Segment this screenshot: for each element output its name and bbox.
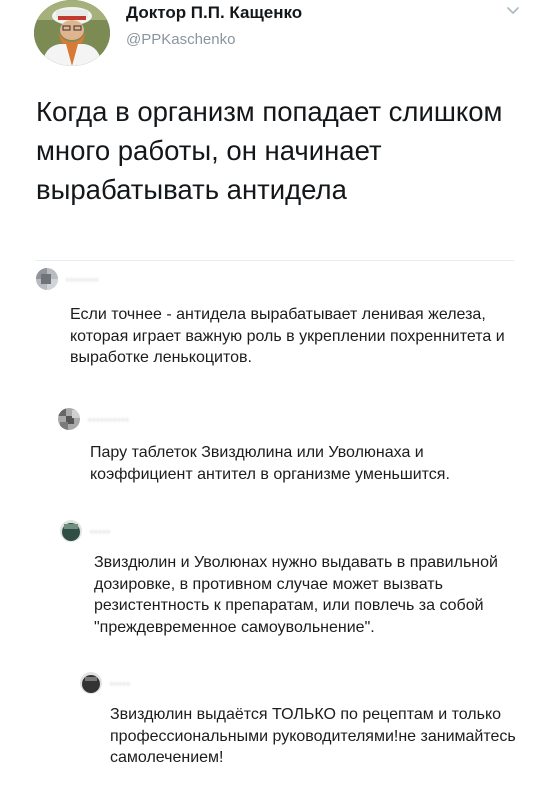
commenter-name[interactable]: •••••••• [66, 275, 99, 285]
comment-header: •••••••• [36, 268, 516, 294]
commenter-name[interactable]: •••••••••• [88, 415, 130, 425]
author-info: Доктор П.П. Кащенко @PPKaschenko [126, 2, 302, 50]
tweet-header: Доктор П.П. Кащенко @PPKaschenko [26, 0, 526, 74]
author-avatar[interactable] [34, 0, 110, 66]
commenter-name[interactable]: ••••• [90, 527, 111, 537]
comment-text: Звиздюлин выдаётся ТОЛЬКО по рецептам и … [110, 706, 516, 766]
comment: •••••••• Если точнее - антидела вырабаты… [36, 268, 516, 369]
comment: •••••••••• Пару таблеток Звиздюлина или … [58, 408, 518, 485]
divider [36, 260, 514, 261]
chevron-down-icon[interactable] [506, 4, 520, 18]
avatar[interactable] [58, 408, 80, 430]
author-handle[interactable]: @PPKaschenko [126, 30, 302, 50]
avatar[interactable] [80, 672, 102, 694]
avatar[interactable] [36, 268, 58, 290]
comment-text: Звиздюлин и Уволюнах нужно выдавать в пр… [94, 554, 498, 636]
comment: ••••• Звиздюлин выдаётся ТОЛЬКО по рецеп… [80, 672, 520, 769]
comment: ••••• Звиздюлин и Уволюнах нужно выдават… [60, 520, 520, 638]
comment-text: Пару таблеток Звиздюлина или Уволюнаха и… [90, 444, 450, 483]
author-display-name[interactable]: Доктор П.П. Кащенко [126, 2, 302, 24]
comment-header: ••••• [60, 520, 520, 546]
commenter-name[interactable]: ••••• [110, 679, 131, 689]
bearded-man-avatar-icon [34, 0, 110, 66]
comment-header: ••••• [80, 672, 520, 698]
comment-text: Если точнее - антидела вырабатывает лени… [70, 306, 505, 366]
comment-header: •••••••••• [58, 408, 518, 434]
tweet-text: Когда в организм попадает слишком много … [36, 96, 503, 205]
avatar[interactable] [60, 520, 82, 542]
